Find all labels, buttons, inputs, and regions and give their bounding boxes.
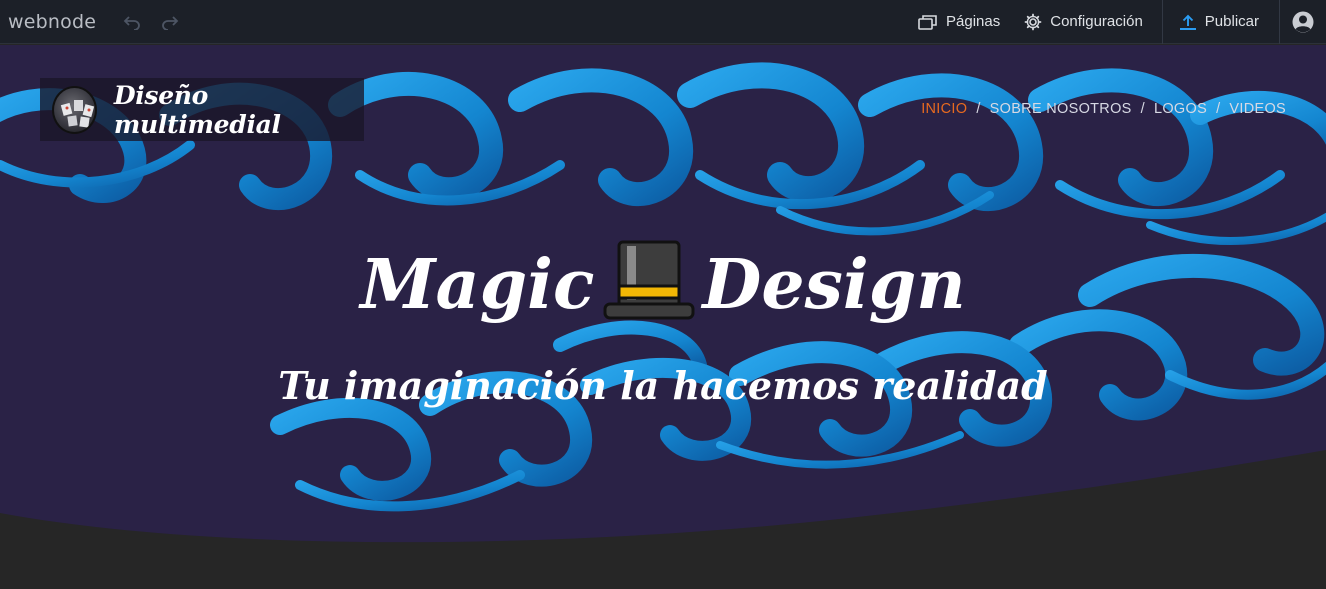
editor-toolbar: webnode Páginas Configuración Publicar [0, 0, 1326, 44]
publish-label: Publicar [1204, 13, 1259, 30]
pages-label: Páginas [946, 13, 1001, 30]
publish-button[interactable]: Publicar [1163, 0, 1279, 44]
settings-label: Configuración [1050, 13, 1143, 30]
gear-icon [1024, 13, 1042, 30]
section-divider-curve [0, 450, 1326, 589]
undo-icon[interactable] [122, 12, 142, 32]
hero-section: Diseño multimedial INICIO / SOBRE NOSOTR… [0, 45, 1326, 589]
user-menu[interactable] [1280, 0, 1326, 44]
pages-icon [918, 14, 937, 30]
redo-icon[interactable] [160, 12, 180, 32]
upload-icon [1179, 14, 1196, 30]
webnode-logo[interactable]: webnode [8, 11, 96, 33]
user-icon [1292, 11, 1314, 32]
settings-button[interactable]: Configuración [1014, 0, 1153, 44]
pages-button[interactable]: Páginas [908, 0, 1010, 44]
